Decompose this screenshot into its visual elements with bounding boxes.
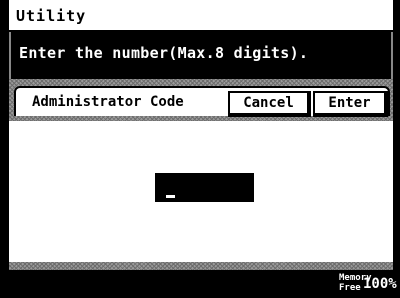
message-box: Enter the number(Max.8 digits). (9, 32, 393, 79)
right-edge (393, 0, 400, 298)
memory-free-value: 100% (363, 276, 397, 292)
left-edge (0, 0, 9, 298)
cancel-button[interactable]: Cancel (228, 91, 311, 117)
admin-code-label: Administrator Code (32, 94, 184, 110)
status-bar: Memory Free 100% (9, 270, 397, 298)
content-area (9, 121, 393, 262)
title-bar: Utility (9, 0, 393, 32)
footer-stripe (9, 262, 393, 270)
enter-button[interactable]: Enter (313, 91, 388, 117)
admin-code-header: Administrator Code Cancel Enter (14, 86, 390, 117)
utility-screen: Utility Enter the number(Max.8 digits). … (0, 0, 400, 298)
instruction-message: Enter the number(Max.8 digits). (19, 44, 309, 62)
admin-code-input[interactable] (155, 173, 254, 202)
window-title: Utility (16, 7, 87, 25)
text-cursor (166, 195, 175, 198)
